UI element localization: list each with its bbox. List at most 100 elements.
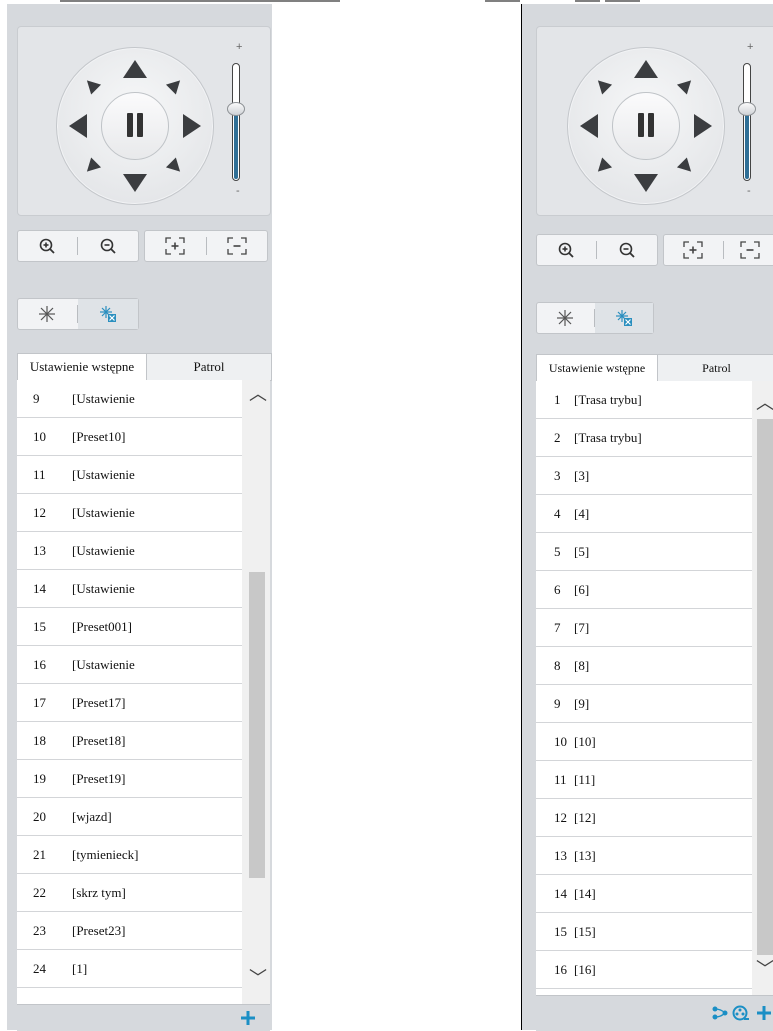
list-row[interactable]: 21 [tymienieck]: [17, 836, 242, 874]
right-patrol-list: 1 [Trasa trybu] 2 [Trasa trybu] 3 [3] 4 [4] 5 [5]…: [536, 381, 752, 995]
patrol-route-icon[interactable]: [712, 1006, 728, 1020]
up-right-arrow-icon[interactable]: [676, 75, 697, 95]
focus-far-button[interactable]: [207, 231, 267, 261]
defrost-button[interactable]: [78, 299, 138, 329]
up-left-arrow-icon[interactable]: [81, 75, 102, 95]
row-name: [Preset001]: [72, 619, 132, 634]
right-arrow-icon[interactable]: [183, 114, 201, 138]
row-name: [Ustawienie: [72, 543, 135, 558]
down-arrow-icon[interactable]: [123, 174, 147, 192]
scroll-up-icon[interactable]: ︿: [249, 380, 267, 406]
row-name: [Ustawienie: [72, 657, 135, 672]
list-row[interactable]: 10 [Preset10]: [17, 418, 242, 456]
zoom-out-icon: [619, 242, 635, 258]
list-row[interactable]: 5 [5]: [536, 533, 752, 571]
list-row[interactable]: 12 [Ustawienie: [17, 494, 242, 532]
down-left-arrow-icon[interactable]: [81, 157, 102, 177]
down-right-arrow-icon[interactable]: [165, 157, 186, 177]
down-left-arrow-icon[interactable]: [592, 157, 613, 177]
speed-slider[interactable]: [227, 63, 245, 181]
zoom-button-group: [536, 234, 658, 266]
zoom-out-button[interactable]: [597, 235, 657, 265]
ptz-direction-dial[interactable]: [56, 47, 214, 205]
wiper-button[interactable]: [537, 303, 593, 333]
scroll-down-icon[interactable]: ﹀: [249, 964, 267, 990]
add-icon[interactable]: [756, 1005, 772, 1021]
list-row[interactable]: 17 [Preset17]: [17, 684, 242, 722]
list-row[interactable]: 1 [Trasa trybu]: [536, 381, 752, 419]
ptz-direction-dial[interactable]: [567, 47, 725, 205]
tab-preset[interactable]: Ustawienie wstępne: [18, 354, 147, 380]
list-row[interactable]: 24 [1]: [17, 950, 242, 988]
list-row[interactable]: 2 [Trasa trybu]: [536, 419, 752, 457]
left-scrollbar[interactable]: ︿ ﹀: [242, 380, 270, 1004]
row-name: [4]: [574, 506, 590, 521]
tab-patrol[interactable]: Patrol: [658, 355, 773, 381]
zoom-in-button[interactable]: [537, 235, 595, 265]
left-scrollbar-thumb[interactable]: [249, 572, 265, 878]
row-number: 2: [554, 430, 561, 445]
list-row[interactable]: 4 [4]: [536, 495, 752, 533]
down-arrow-icon[interactable]: [634, 174, 658, 192]
down-right-arrow-icon[interactable]: [676, 157, 697, 177]
list-row[interactable]: 3 [3]: [536, 457, 752, 495]
list-row[interactable]: 10 [10]: [536, 723, 752, 761]
list-row[interactable]: 18 [Preset18]: [17, 722, 242, 760]
pause-icon: [127, 113, 143, 137]
zoom-in-icon: [558, 242, 574, 258]
list-row[interactable]: 22 [skrz tym]: [17, 874, 242, 912]
left-arrow-icon[interactable]: [580, 114, 598, 138]
wiper-button[interactable]: [18, 299, 76, 329]
list-row[interactable]: 23 [Preset23]: [17, 912, 242, 950]
list-row[interactable]: 19 [Preset19]: [17, 760, 242, 798]
zoom-in-button[interactable]: [18, 231, 76, 261]
speed-slider[interactable]: [738, 63, 756, 181]
speed-slider-handle[interactable]: [738, 102, 756, 116]
list-row[interactable]: 13 [Ustawienie: [17, 532, 242, 570]
focus-button-group: [144, 230, 268, 262]
left-arrow-icon[interactable]: [69, 114, 87, 138]
up-arrow-icon[interactable]: [123, 60, 147, 78]
list-row[interactable]: 6 [6]: [536, 571, 752, 609]
right-scrollbar[interactable]: ︿ ﹀: [752, 381, 773, 995]
pause-button[interactable]: [101, 92, 169, 160]
row-number: 14: [554, 886, 567, 901]
defrost-button[interactable]: [595, 303, 653, 333]
speed-slider-handle[interactable]: [227, 102, 245, 116]
row-name: [10]: [574, 734, 596, 749]
list-row[interactable]: 15 [15]: [536, 913, 752, 951]
list-row[interactable]: 11 [11]: [536, 761, 752, 799]
list-row[interactable]: 16 [16]: [536, 951, 752, 989]
list-row[interactable]: 14 [14]: [536, 875, 752, 913]
list-row[interactable]: 15 [Preset001]: [17, 608, 242, 646]
record-path-icon[interactable]: [732, 1005, 750, 1021]
list-row[interactable]: 11 [Ustawienie: [17, 456, 242, 494]
list-row[interactable]: 9 [9]: [536, 685, 752, 723]
focus-near-button[interactable]: [664, 235, 722, 265]
right-scrollbar-thumb[interactable]: [757, 419, 773, 955]
up-right-arrow-icon[interactable]: [165, 75, 186, 95]
scroll-up-icon[interactable]: ︿: [756, 389, 773, 415]
list-row[interactable]: 12 [12]: [536, 799, 752, 837]
list-row[interactable]: 7 [7]: [536, 609, 752, 647]
up-left-arrow-icon[interactable]: [592, 75, 613, 95]
tab-preset[interactable]: Ustawienie wstępne: [537, 355, 658, 381]
right-arrow-icon[interactable]: [694, 114, 712, 138]
ptz-control-box: + -: [536, 26, 773, 216]
list-row[interactable]: 20 [wjazd]: [17, 798, 242, 836]
zoom-out-button[interactable]: [78, 231, 138, 261]
list-row[interactable]: 16 [Ustawienie: [17, 646, 242, 684]
list-row[interactable]: 8 [8]: [536, 647, 752, 685]
focus-near-button[interactable]: [145, 231, 205, 261]
pause-button[interactable]: [612, 92, 680, 160]
list-row[interactable]: 9 [Ustawienie: [17, 380, 242, 418]
add-icon[interactable]: [240, 1010, 256, 1026]
scroll-down-icon[interactable]: ﹀: [756, 955, 773, 981]
list-row[interactable]: 14 [Ustawienie: [17, 570, 242, 608]
tab-patrol[interactable]: Patrol: [147, 354, 271, 380]
up-arrow-icon[interactable]: [634, 60, 658, 78]
focus-far-button[interactable]: [724, 235, 773, 265]
list-row[interactable]: 13 [13]: [536, 837, 752, 875]
row-number: 1: [554, 392, 561, 407]
defrost-icon: [616, 310, 632, 326]
